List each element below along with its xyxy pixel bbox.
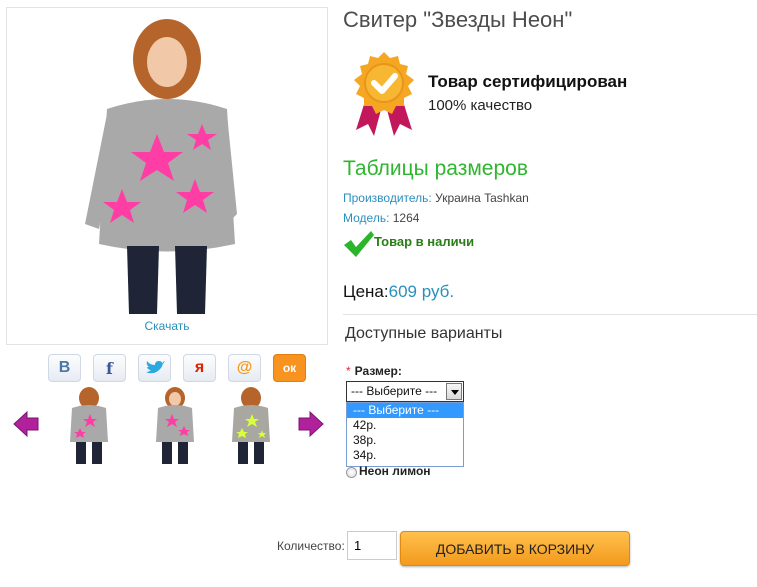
size-option[interactable]: 42р. [347,418,463,433]
odnoklassniki-share-button[interactable]: ок [273,354,306,382]
certified-title: Товар сертифицирован [428,72,628,91]
price-line: Цена:609 руб. [343,282,454,302]
thumbnail-next-arrow-icon[interactable] [298,410,324,438]
twitter-icon [145,361,165,374]
in-stock-status: Товар в наличи [374,234,475,249]
size-option[interactable]: --- Выберите --- [347,403,463,418]
size-option[interactable]: 34р. [347,448,463,463]
quantity-input[interactable] [347,531,397,560]
chevron-down-icon[interactable] [446,383,462,400]
mailru-icon: @ [236,359,253,376]
add-to-cart-button[interactable]: ДОБАВИТЬ В КОРЗИНУ [400,531,630,566]
vk-icon: В [58,359,71,376]
manufacturer-line: Производитель: Украина Tashkan [343,191,529,205]
color-option-label: Неон лимон [359,464,431,478]
size-tables-link[interactable]: Таблицы размеров [343,157,528,181]
size-option[interactable]: 38р. [347,433,463,448]
product-photo[interactable] [67,14,267,314]
social-share-row: В f я @ ок [48,354,306,382]
required-mark: * [346,364,351,378]
odnoklassniki-icon: ок [282,361,297,375]
size-label-text: Размер: [354,364,402,378]
model-label: Модель: [343,211,390,225]
mailru-share-button[interactable]: @ [228,354,261,382]
price-label: Цена: [343,282,389,301]
variants-heading: Доступные варианты [345,325,503,342]
facebook-icon: f [106,358,113,378]
certified-subtitle: 100% качество [428,97,533,114]
thumbnail-front-view[interactable] [146,386,204,464]
thumbnail-back-view[interactable] [60,386,118,464]
model-line: Модель: 1264 [343,211,419,225]
yaru-share-button[interactable]: я [183,354,216,382]
download-link[interactable]: Скачать [7,319,327,333]
manufacturer-value: Украина Tashkan [435,191,529,205]
size-dropdown-list[interactable]: --- Выберите --- 42р. 38р. 34р. [346,402,464,467]
size-select-value: --- Выберите --- [351,384,438,398]
color-radio[interactable] [346,467,357,478]
thumbnail-neon-lemon-variant[interactable] [222,386,280,464]
yaru-icon: я [194,359,205,376]
checkmark-icon [344,231,374,257]
main-product-image-box[interactable]: Скачать [6,7,328,345]
product-title: Свитер "Звезды Неон" [343,7,573,32]
vk-share-button[interactable]: В [48,354,81,382]
certified-badge-icon [354,52,414,136]
model-value: 1264 [392,211,420,225]
thumbnail-prev-arrow-icon[interactable] [13,410,39,438]
twitter-share-button[interactable] [138,354,171,382]
size-field-label: * Размер: [346,364,402,378]
size-select[interactable]: --- Выберите --- [346,381,464,402]
manufacturer-label[interactable]: Производитель: [343,191,432,205]
price-value: 609 руб. [388,282,455,301]
quantity-label: Количество: [277,539,345,553]
divider [343,314,757,315]
facebook-share-button[interactable]: f [93,354,126,382]
